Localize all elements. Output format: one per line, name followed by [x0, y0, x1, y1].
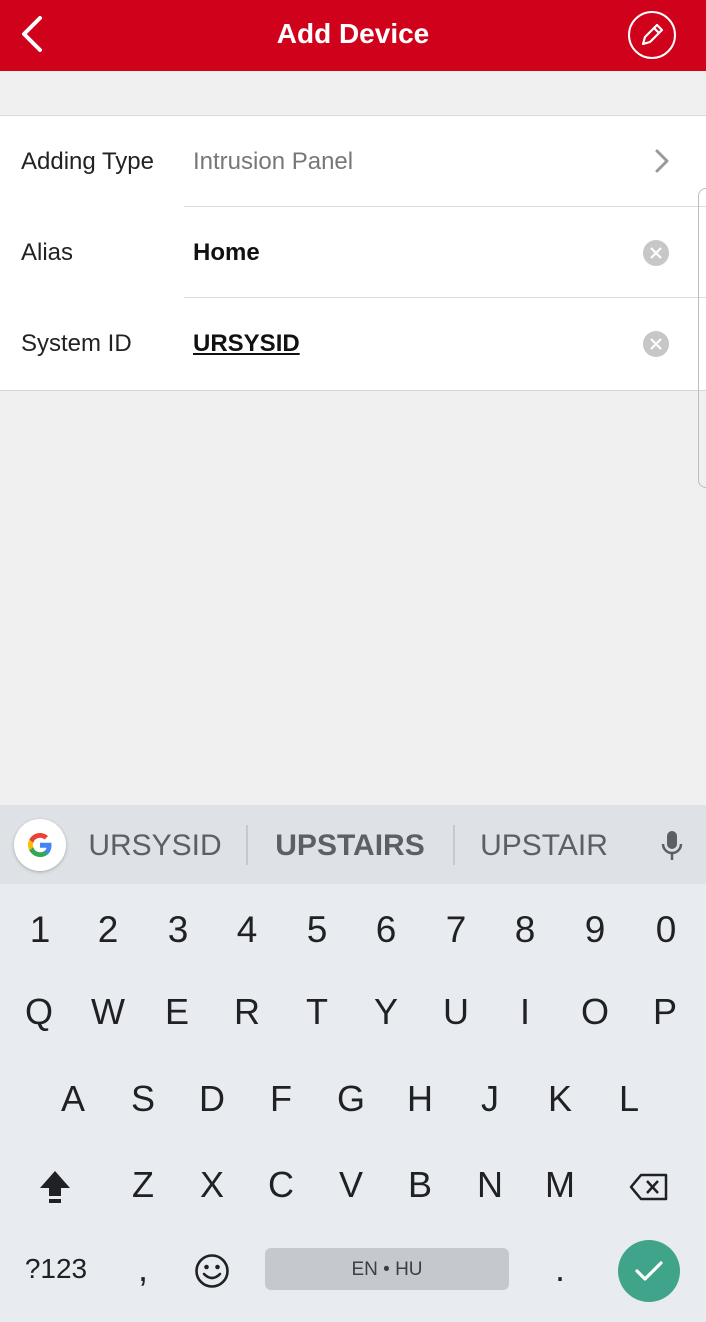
key-b[interactable]: B [385, 1150, 455, 1220]
space-key[interactable]: EN • HU [265, 1248, 509, 1290]
backspace-icon [629, 1174, 668, 1201]
key-3[interactable]: 3 [143, 895, 213, 965]
system-id-clear-button[interactable] [643, 331, 669, 357]
key-m[interactable]: M [525, 1150, 595, 1220]
soft-keyboard: URSYSID UPSTAIRS UPSTAIR 1 2 3 4 5 6 7 8… [0, 805, 706, 1322]
shift-icon [40, 1171, 70, 1204]
device-form: Adding Type Intrusion Panel Alias Home S… [0, 115, 706, 391]
adding-type-row[interactable]: Adding Type Intrusion Panel [0, 116, 706, 207]
key-2[interactable]: 2 [73, 895, 143, 965]
clear-icon [650, 338, 662, 350]
key-0[interactable]: 0 [631, 895, 701, 965]
suggestion-1[interactable]: URSYSID [80, 805, 230, 884]
adding-type-label: Adding Type [21, 148, 154, 175]
key-f[interactable]: F [246, 1064, 316, 1134]
microphone-icon [661, 831, 683, 860]
key-g[interactable]: G [316, 1064, 386, 1134]
key-7[interactable]: 7 [421, 895, 491, 965]
key-q[interactable]: Q [4, 977, 74, 1047]
app-header: Add Device [0, 0, 706, 71]
key-i[interactable]: I [490, 977, 560, 1047]
google-logo-button[interactable] [14, 819, 66, 871]
google-icon [28, 833, 52, 857]
pencil-icon [641, 23, 664, 46]
suggestion-strip: URSYSID UPSTAIRS UPSTAIR [0, 805, 706, 884]
alias-clear-button[interactable] [643, 240, 669, 266]
emoji-icon [195, 1254, 229, 1289]
key-a[interactable]: A [38, 1064, 108, 1134]
key-o[interactable]: O [560, 977, 630, 1047]
system-id-row: System ID URSYSID [0, 298, 706, 389]
key-9[interactable]: 9 [560, 895, 630, 965]
key-k[interactable]: K [525, 1064, 595, 1134]
adding-type-value: Intrusion Panel [193, 148, 354, 175]
system-id-field[interactable]: URSYSID [193, 298, 300, 389]
key-u[interactable]: U [421, 977, 491, 1047]
divider [453, 825, 455, 865]
key-e[interactable]: E [142, 977, 212, 1047]
backspace-key[interactable] [612, 1150, 686, 1220]
key-v[interactable]: V [316, 1150, 386, 1220]
emoji-key[interactable] [177, 1234, 247, 1304]
key-j[interactable]: J [455, 1064, 525, 1134]
divider [246, 825, 248, 865]
key-x[interactable]: X [177, 1150, 247, 1220]
comma-key[interactable]: , [108, 1234, 178, 1304]
voice-input-button[interactable] [660, 829, 684, 868]
key-y[interactable]: Y [351, 977, 421, 1047]
key-d[interactable]: D [177, 1064, 247, 1134]
key-8[interactable]: 8 [490, 895, 560, 965]
alias-row: Alias Home [0, 207, 706, 298]
alias-label: Alias [21, 239, 74, 266]
suggestion-3[interactable]: UPSTAIR [468, 805, 620, 884]
chevron-right-icon [655, 149, 669, 173]
edge-scroll-indicator [698, 188, 706, 488]
edit-button[interactable] [628, 11, 676, 59]
page-title: Add Device [276, 18, 430, 49]
system-id-label: System ID [21, 330, 132, 357]
key-1[interactable]: 1 [5, 895, 75, 965]
period-key[interactable]: . [525, 1234, 595, 1304]
key-p[interactable]: P [630, 977, 700, 1047]
key-4[interactable]: 4 [212, 895, 282, 965]
key-l[interactable]: L [594, 1064, 664, 1134]
key-w[interactable]: W [73, 977, 143, 1047]
key-h[interactable]: H [385, 1064, 455, 1134]
key-6[interactable]: 6 [351, 895, 421, 965]
checkmark-icon [635, 1261, 663, 1281]
key-t[interactable]: T [282, 977, 352, 1047]
key-c[interactable]: C [246, 1150, 316, 1220]
key-n[interactable]: N [455, 1150, 525, 1220]
symbols-key[interactable]: ?123 [16, 1234, 96, 1304]
key-5[interactable]: 5 [282, 895, 352, 965]
shift-key[interactable] [20, 1150, 90, 1220]
enter-key[interactable] [618, 1240, 680, 1302]
alias-field[interactable]: Home [193, 207, 260, 298]
key-z[interactable]: Z [108, 1150, 178, 1220]
key-s[interactable]: S [108, 1064, 178, 1134]
clear-icon [650, 247, 662, 259]
suggestion-2[interactable]: UPSTAIRS [262, 805, 438, 884]
key-r[interactable]: R [212, 977, 282, 1047]
